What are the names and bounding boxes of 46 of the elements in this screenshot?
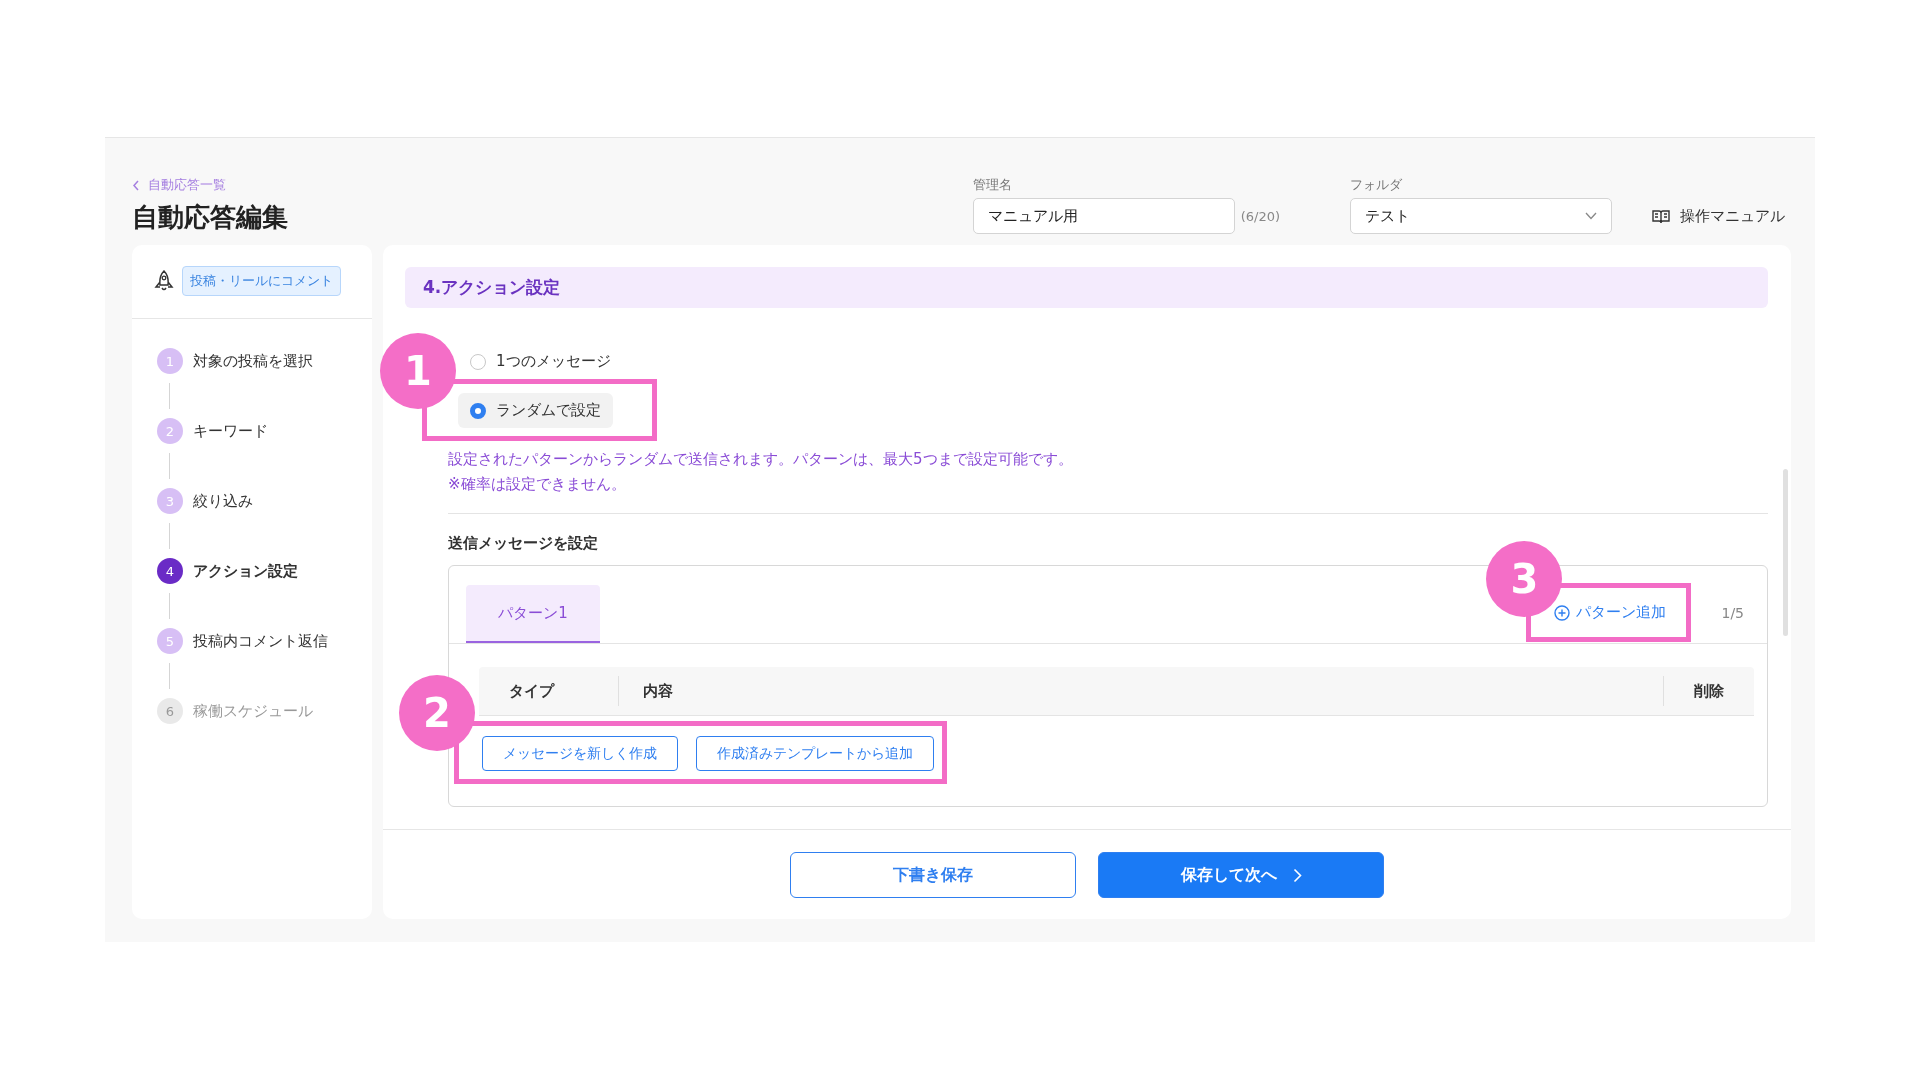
step-label[interactable]: アクション設定	[193, 561, 298, 581]
radio-icon	[470, 402, 486, 419]
hint-text: ※確率は設定できません。	[448, 474, 627, 495]
chevron-left-icon	[132, 179, 140, 191]
field-label: 管理名	[972, 176, 1013, 194]
plus-circle-icon	[1554, 604, 1571, 621]
radio-icon	[470, 353, 486, 370]
step-number: 5	[157, 628, 183, 654]
section-title: 4.アクション設定	[405, 267, 1768, 308]
step-number: 6	[157, 698, 183, 724]
step-label[interactable]: 絞り込み	[193, 491, 253, 511]
step-label[interactable]: 対象の投稿を選択	[193, 351, 313, 371]
hint-text: 設定されたパターンからランダムで送信されます。パターンは、最大5つまで設定可能です。	[448, 449, 1074, 470]
radio-option[interactable]: ランダムで設定	[458, 393, 613, 428]
trigger-tag: 投稿・リールにコメント	[182, 266, 341, 296]
chevron-down-icon	[1585, 212, 1597, 220]
column-header: 削除	[1663, 676, 1754, 706]
section-heading: 送信メッセージを設定	[448, 534, 599, 553]
save-next-button[interactable]: 保存して次へ	[1098, 852, 1384, 898]
folder-select[interactable]: テスト	[1350, 198, 1612, 234]
manual-link[interactable]: 操作マニュアル	[1652, 207, 1785, 226]
column-header: タイプ	[479, 676, 619, 706]
step-number: 2	[157, 418, 183, 444]
name-input[interactable]: マニュアル用	[972, 198, 1235, 234]
step-number: 4	[157, 558, 183, 584]
column-header: 内容	[642, 680, 674, 702]
page-title: 自動応答編集	[132, 201, 289, 234]
field-label: フォルダ	[1350, 176, 1403, 194]
step-badge: 1	[380, 333, 456, 409]
step-number: 3	[157, 488, 183, 514]
step-badge: 2	[399, 675, 475, 751]
radio-option[interactable]: 1つのメッセージ	[458, 344, 623, 379]
step-badge: 3	[1486, 541, 1563, 617]
pattern-count: 1/5	[1721, 604, 1744, 621]
rocket-icon	[154, 270, 174, 292]
pattern-tab[interactable]: パターン1	[466, 585, 600, 643]
step-number: 1	[157, 348, 183, 374]
step-label[interactable]: 投稿内コメント返信	[193, 631, 328, 651]
draft-save-button[interactable]: 下書き保存	[790, 852, 1076, 898]
step-label[interactable]: キーワード	[193, 421, 268, 441]
add-message-button[interactable]: メッセージを新しく作成	[482, 736, 678, 771]
character-counter: (6/20)	[1240, 208, 1280, 224]
book-icon	[1652, 209, 1670, 224]
chevron-right-icon	[1292, 867, 1302, 883]
add-message-button[interactable]: 作成済みテンプレートから追加	[696, 736, 934, 771]
scrollbar[interactable]	[1783, 469, 1788, 636]
